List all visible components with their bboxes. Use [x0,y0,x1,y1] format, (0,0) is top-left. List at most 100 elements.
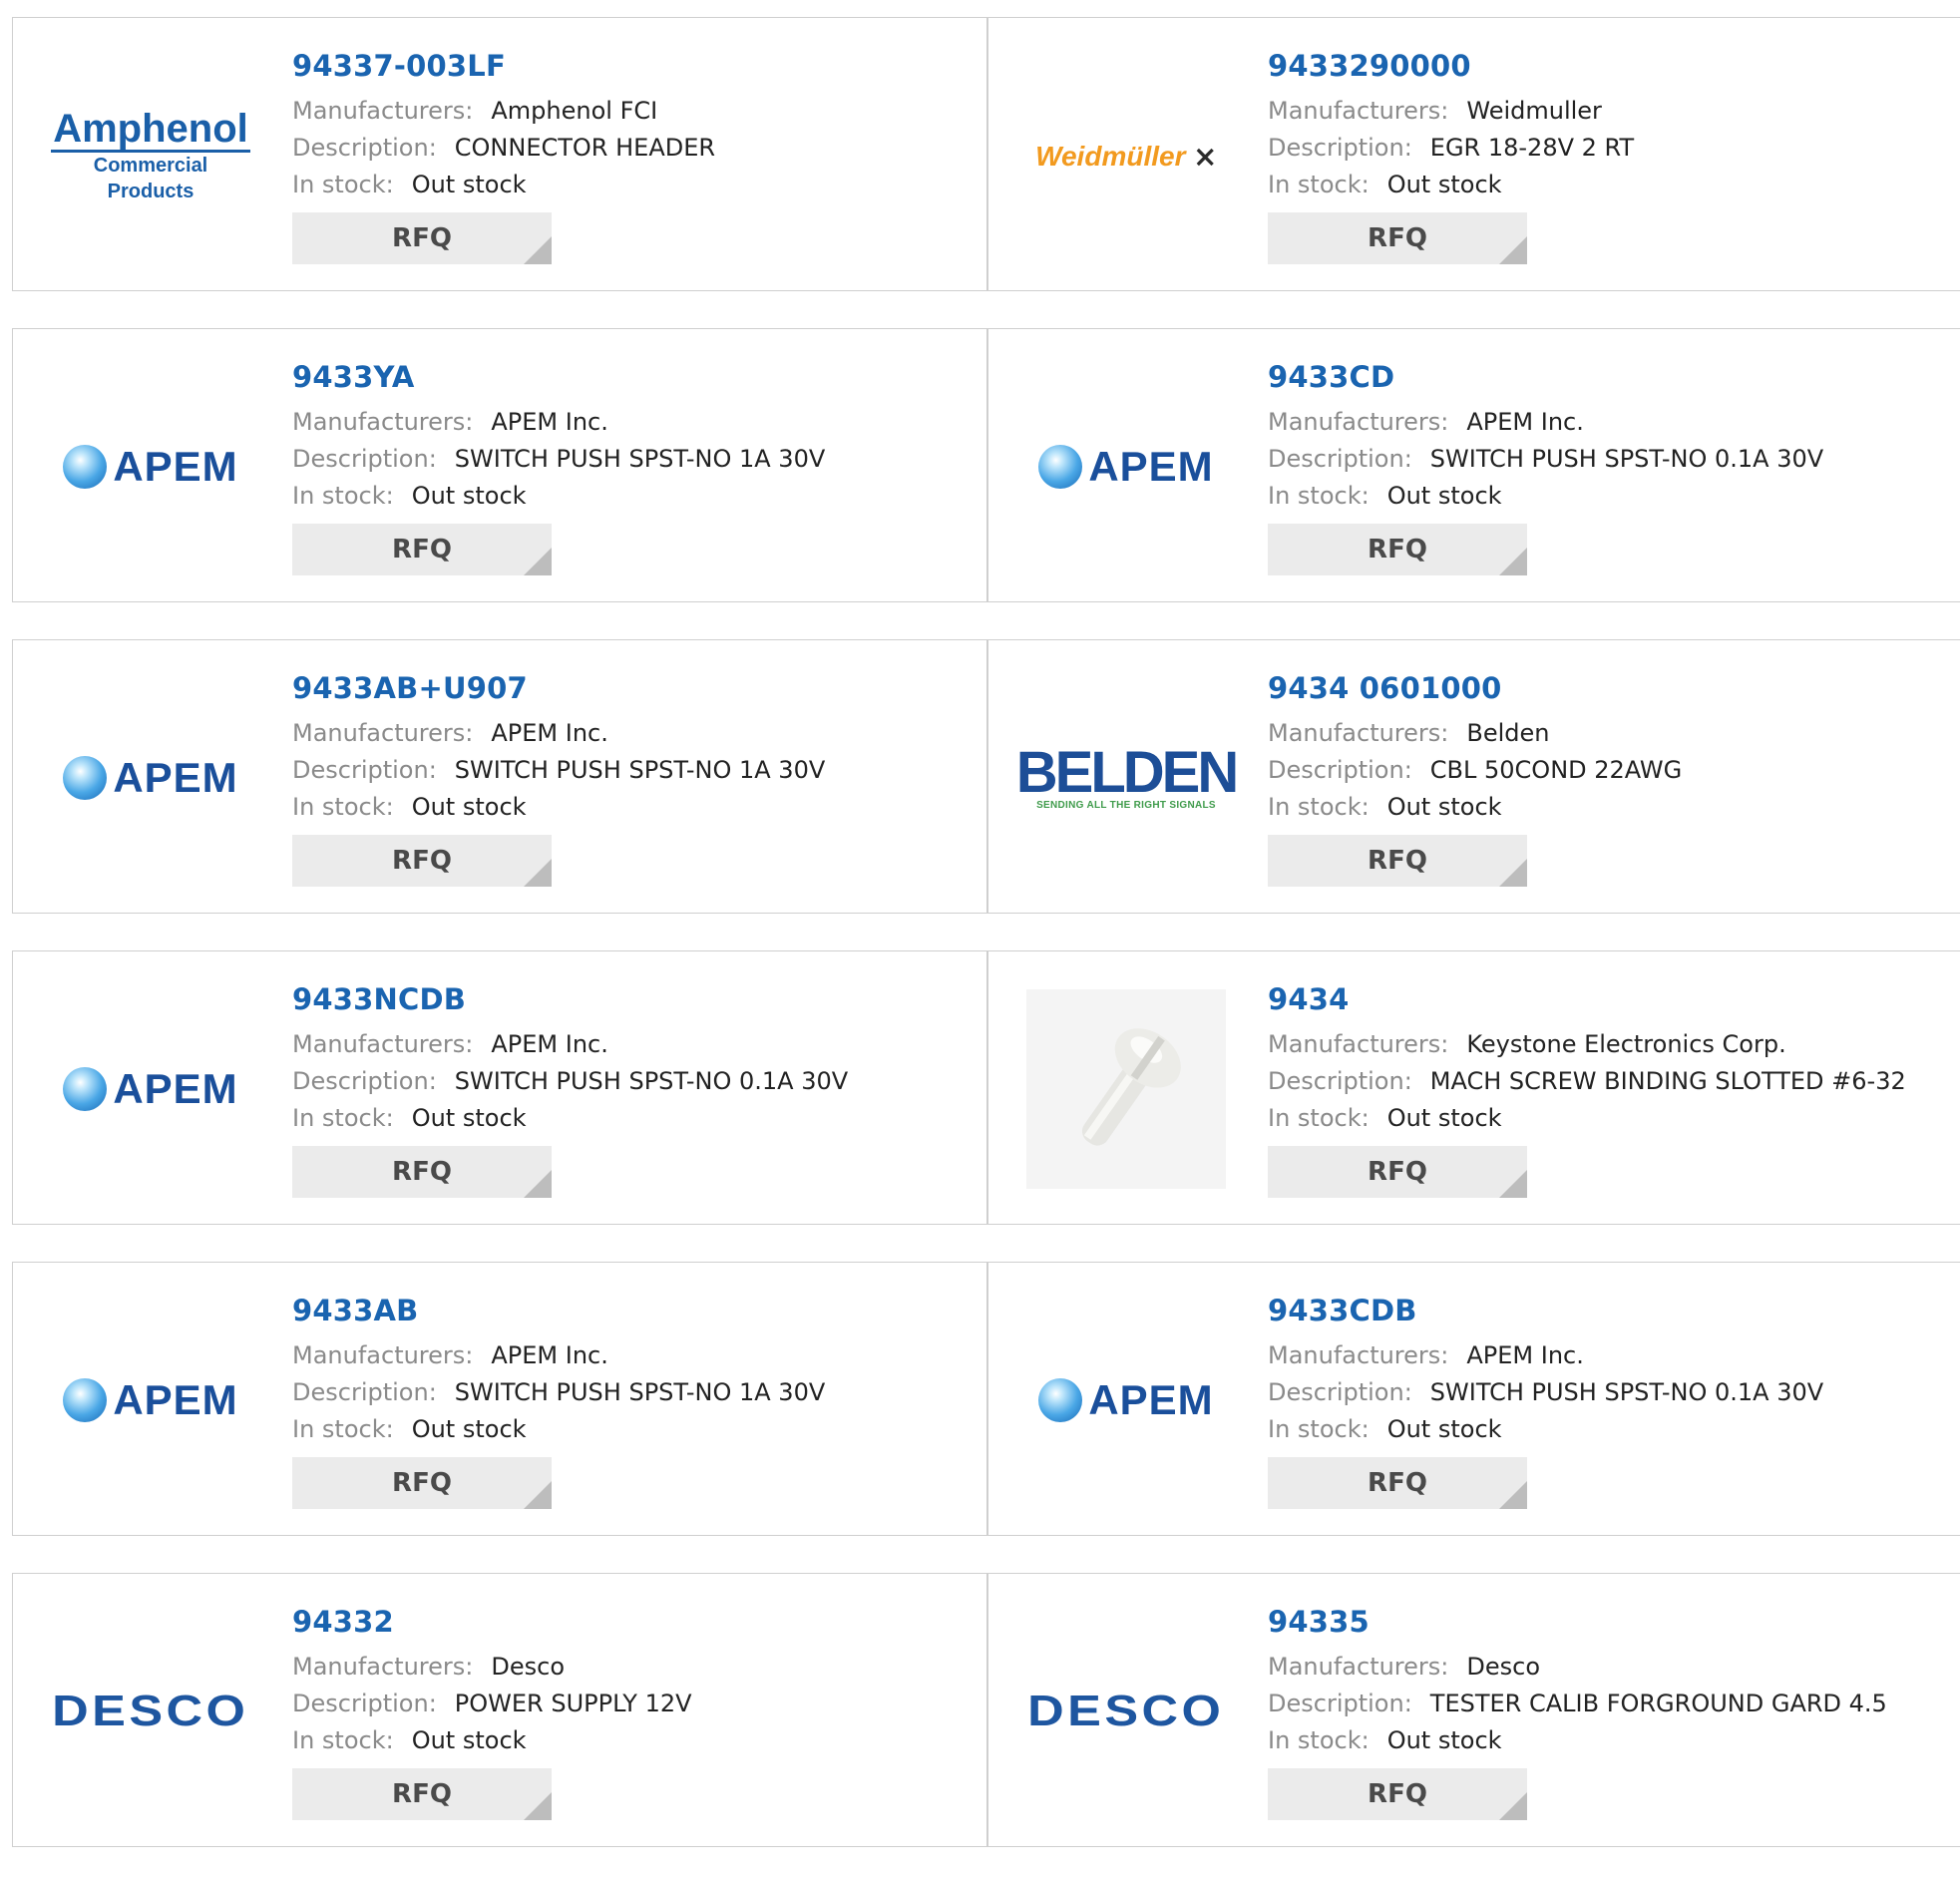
product-info: 9433NCDB Manufacturers: APEM Inc. Descrip… [292,979,967,1198]
product-card: APEM 9433YA Manufacturers: APEM Inc. Desc… [12,328,987,602]
stock-value: Out stock [1386,793,1502,821]
belden-logo: BELDEN SENDING ALL THE RIGHT SIGNALS [1015,739,1239,811]
manufacturer-line: Manufacturers: APEM Inc. [1268,1337,1942,1374]
product-info: 9433CDB Manufacturers: APEM Inc. Descript… [1268,1291,1942,1509]
part-number-link[interactable]: 9433290000 [1268,46,1942,86]
product-row: APEM 9433AB Manufacturers: APEM Inc. Desc… [12,1262,1960,1536]
part-number-link[interactable]: 9433NCDB [292,979,967,1019]
rfq-button[interactable]: RFQ [292,835,552,887]
stock-value: Out stock [411,1726,527,1754]
part-number-link[interactable]: 94337-003LF [292,46,967,86]
product-card: APEM 9433AB+U907 Manufacturers: APEM Inc.… [12,639,987,914]
stock-label: In stock: [1268,793,1370,821]
rfq-button[interactable]: RFQ [1268,1768,1527,1820]
manufacturer-value: Keystone Electronics Corp. [1466,1030,1786,1058]
rfq-label: RFQ [392,535,452,565]
manufacturer-value: Desco [491,1653,566,1681]
description-value: CONNECTOR HEADER [454,134,716,162]
rfq-button[interactable]: RFQ [292,1457,552,1509]
stock-label: In stock: [292,1104,394,1132]
stock-line: In stock: Out stock [1268,1722,1942,1759]
stock-value: Out stock [411,482,527,510]
manufacturers-label: Manufacturers: [1268,408,1449,436]
manufacturer-logo: BELDEN SENDING ALL THE RIGHT SIGNALS [1016,678,1239,878]
part-number-link[interactable]: 9433CD [1268,357,1942,397]
stock-line: In stock: Out stock [1268,789,1942,826]
button-corner-decoration [524,1792,552,1820]
stock-value: Out stock [1386,171,1502,198]
manufacturers-label: Manufacturers: [1268,1030,1449,1058]
rfq-button[interactable]: RFQ [292,1768,552,1820]
manufacturer-line: Manufacturers: Amphenol FCI [292,93,967,130]
part-number-link[interactable]: 9434 [1268,979,1942,1019]
stock-label: In stock: [292,1415,394,1443]
rfq-button[interactable]: RFQ [1268,835,1527,887]
part-number-link[interactable]: 9433CDB [1268,1291,1942,1330]
description-line: Description: SWITCH PUSH SPST-NO 1A 30V [292,752,967,789]
rfq-button[interactable]: RFQ [1268,1457,1527,1509]
product-info: 9433290000 Manufacturers: Weidmuller Desc… [1268,46,1942,264]
rfq-button[interactable]: RFQ [292,1146,552,1198]
product-row: APEM 9433YA Manufacturers: APEM Inc. Desc… [12,328,1960,602]
stock-label: In stock: [1268,1104,1370,1132]
manufacturer-value: Belden [1466,719,1550,747]
rfq-button[interactable]: RFQ [1268,524,1527,575]
manufacturers-label: Manufacturers: [1268,97,1449,125]
description-label: Description: [1268,134,1412,162]
stock-line: In stock: Out stock [1268,167,1942,203]
product-info: 9434 0601000 Manufacturers: Belden Descri… [1268,668,1942,887]
stock-value: Out stock [411,1415,527,1443]
manufacturer-line: Manufacturers: APEM Inc. [292,1337,967,1374]
part-number-link[interactable]: 94335 [1268,1602,1942,1642]
description-label: Description: [1268,1690,1412,1717]
stock-line: In stock: Out stock [292,789,967,826]
description-line: Description: EGR 18-28V 2 RT [1268,130,1942,167]
button-corner-decoration [524,1481,552,1509]
stock-label: In stock: [1268,482,1370,510]
rfq-button[interactable]: RFQ [292,524,552,575]
rfq-button[interactable]: RFQ [1268,212,1527,264]
part-number-link[interactable]: 9433AB [292,1291,967,1330]
part-number-link[interactable]: 9434 0601000 [1268,668,1942,708]
desco-logo: DESCO [52,1687,249,1735]
apem-logo: APEM [1038,1376,1213,1424]
apem-logo: APEM [63,1376,237,1424]
part-number-link[interactable]: 9433AB+U907 [292,668,967,708]
description-label: Description: [292,756,437,784]
manufacturers-label: Manufacturers: [1268,1341,1449,1369]
stock-label: In stock: [1268,1415,1370,1443]
product-grid: Amphenol Commercial Products 94337-003LF … [12,17,1960,1884]
manufacturer-value: APEM Inc. [491,1030,608,1058]
description-line: Description: CONNECTOR HEADER [292,130,967,167]
button-corner-decoration [1499,1170,1527,1198]
manufacturer-line: Manufacturers: Weidmuller [1268,93,1942,130]
description-value: SWITCH PUSH SPST-NO 1A 30V [454,756,826,784]
manufacturers-label: Manufacturers: [1268,1653,1449,1681]
description-value: POWER SUPPLY 12V [454,1690,692,1717]
stock-value: Out stock [411,171,527,198]
button-corner-decoration [524,1170,552,1198]
screw-product-image [1026,989,1226,1189]
manufacturer-logo: APEM [51,989,250,1189]
description-label: Description: [292,1690,437,1717]
stock-label: In stock: [292,793,394,821]
description-value: TESTER CALIB FORGROUND GARD 4.5 [1429,1690,1887,1717]
product-info: 9434 Manufacturers: Keystone Electronics … [1268,979,1942,1198]
description-value: SWITCH PUSH SPST-NO 0.1A 30V [1429,445,1824,473]
description-line: Description: TESTER CALIB FORGROUND GARD … [1268,1686,1942,1722]
stock-value: Out stock [411,793,527,821]
manufacturer-logo: APEM [51,367,250,566]
manufacturer-line: Manufacturers: APEM Inc. [292,1026,967,1063]
manufacturer-line: Manufacturers: APEM Inc. [1268,404,1942,441]
rfq-button[interactable]: RFQ [1268,1146,1527,1198]
manufacturer-logo: APEM [1026,1301,1226,1500]
part-number-link[interactable]: 94332 [292,1602,967,1642]
rfq-button[interactable]: RFQ [292,212,552,264]
product-card: Amphenol Commercial Products 94337-003LF … [12,17,987,291]
weidmuller-cross-icon: ⨯ [1193,140,1217,172]
rfq-label: RFQ [1368,223,1427,253]
product-row: DESCO 94332 Manufacturers: Desco Descript… [12,1573,1960,1847]
rfq-label: RFQ [392,1157,452,1187]
stock-value: Out stock [411,1104,527,1132]
part-number-link[interactable]: 9433YA [292,357,967,397]
